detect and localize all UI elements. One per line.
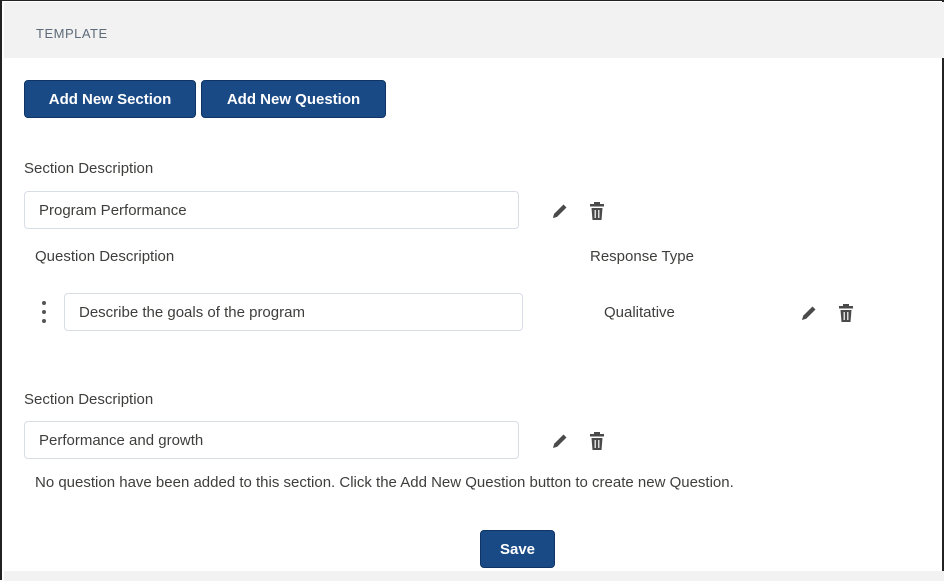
trash-icon xyxy=(590,432,604,450)
section-description-input[interactable]: Performance and growth xyxy=(24,421,519,459)
edit-question-button[interactable] xyxy=(798,302,820,324)
question-description-header: Question Description xyxy=(35,248,175,265)
edit-section-button[interactable] xyxy=(549,200,571,222)
panel-title: TEMPLATE xyxy=(36,26,108,41)
save-button[interactable]: Save xyxy=(480,530,555,568)
template-panel: TEMPLATE Add New Section Add New Questio… xyxy=(0,0,944,581)
pencil-icon xyxy=(553,434,567,448)
trash-icon xyxy=(839,304,853,322)
empty-section-message: No question have been added to this sect… xyxy=(35,474,734,491)
section-description-label: Section Description xyxy=(24,391,154,408)
question-description-input[interactable]: Describe the goals of the program xyxy=(64,293,523,331)
trash-icon xyxy=(590,202,604,220)
delete-section-button[interactable] xyxy=(586,430,608,452)
add-new-question-button[interactable]: Add New Question xyxy=(201,80,386,118)
response-type-header: Response Type xyxy=(590,248,694,265)
delete-section-button[interactable] xyxy=(586,200,608,222)
edit-section-button[interactable] xyxy=(549,430,571,452)
delete-question-button[interactable] xyxy=(835,302,857,324)
panel-header: TEMPLATE xyxy=(4,2,944,58)
pencil-icon xyxy=(802,306,816,320)
response-type-value: Qualitative xyxy=(604,304,675,321)
section-description-label: Section Description xyxy=(24,160,154,177)
section-description-input[interactable]: Program Performance xyxy=(24,191,519,229)
add-new-section-button[interactable]: Add New Section xyxy=(24,80,196,118)
drag-handle-icon[interactable] xyxy=(39,301,49,323)
pencil-icon xyxy=(553,204,567,218)
